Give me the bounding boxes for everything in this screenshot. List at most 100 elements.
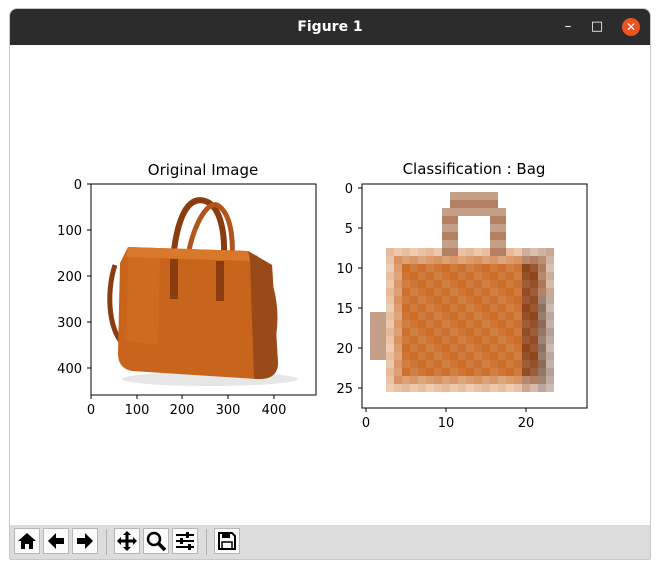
image-pixel	[538, 296, 546, 304]
image-pixel	[386, 304, 394, 312]
image-pixel	[546, 312, 554, 320]
image-pixel	[498, 360, 506, 368]
image-pixel	[546, 288, 554, 296]
image-pixel	[514, 296, 522, 304]
image-pixel	[458, 320, 466, 328]
image-pixel	[442, 248, 450, 256]
image-pixel	[458, 256, 466, 264]
image-pixel	[466, 264, 474, 272]
image-pixel	[514, 368, 522, 376]
image-pixel	[402, 368, 410, 376]
image-pixel	[434, 288, 442, 296]
image-pixel	[466, 336, 474, 344]
back-button[interactable]	[43, 528, 69, 554]
image-pixel	[538, 384, 546, 392]
image-pixel	[394, 344, 402, 352]
image-pixel	[394, 312, 402, 320]
image-pixel	[450, 264, 458, 272]
image-pixel	[522, 288, 530, 296]
image-pixel	[490, 344, 498, 352]
image-pixel	[434, 328, 442, 336]
image-pixel	[498, 336, 506, 344]
image-pixel	[546, 376, 554, 384]
image-pixel	[466, 312, 474, 320]
image-pixel	[498, 320, 506, 328]
image-pixel	[410, 320, 418, 328]
image-pixel	[426, 280, 434, 288]
right-y-tick-label: 10	[336, 262, 353, 277]
image-pixel	[474, 296, 482, 304]
close-icon[interactable]: ✕	[622, 18, 640, 36]
maximize-icon[interactable]: □	[588, 18, 606, 36]
image-pixel	[514, 248, 522, 256]
image-pixel	[538, 288, 546, 296]
image-pixel	[450, 304, 458, 312]
image-pixel	[450, 368, 458, 376]
image-pixel	[490, 328, 498, 336]
configure-subplots-button[interactable]	[172, 528, 198, 554]
image-pixel	[370, 312, 378, 320]
image-pixel	[522, 304, 530, 312]
figure-canvas[interactable]: Original Image 0 100 200 300 400 0 100 2…	[10, 45, 650, 525]
image-pixel	[538, 248, 546, 256]
image-pixel	[466, 344, 474, 352]
image-pixel	[546, 352, 554, 360]
image-pixel	[386, 376, 394, 384]
image-pixel	[546, 328, 554, 336]
image-pixel	[434, 304, 442, 312]
image-pixel	[394, 248, 402, 256]
image-pixel	[410, 352, 418, 360]
zoom-button[interactable]	[143, 528, 169, 554]
image-pixel	[394, 352, 402, 360]
left-x-tick-label: 100	[125, 403, 150, 418]
image-pixel	[386, 256, 394, 264]
image-pixel	[490, 304, 498, 312]
image-pixel	[538, 256, 546, 264]
image-pixel	[538, 304, 546, 312]
image-pixel	[402, 304, 410, 312]
image-pixel	[506, 360, 514, 368]
image-pixel	[482, 320, 490, 328]
image-pixel	[434, 384, 442, 392]
image-pixel	[426, 368, 434, 376]
image-pixel	[426, 304, 434, 312]
image-pixel	[474, 200, 482, 208]
image-pixel	[522, 384, 530, 392]
pan-icon	[117, 531, 137, 551]
image-pixel	[466, 384, 474, 392]
image-pixel	[418, 312, 426, 320]
image-pixel	[410, 272, 418, 280]
image-pixel	[474, 264, 482, 272]
pan-button[interactable]	[114, 528, 140, 554]
image-pixel	[482, 384, 490, 392]
image-pixel	[530, 304, 538, 312]
image-pixel	[410, 296, 418, 304]
forward-button[interactable]	[72, 528, 98, 554]
image-pixel	[418, 384, 426, 392]
image-pixel	[482, 328, 490, 336]
image-pixel	[546, 248, 554, 256]
image-pixel	[506, 312, 514, 320]
image-pixel	[434, 312, 442, 320]
image-pixel	[514, 384, 522, 392]
image-pixel	[482, 368, 490, 376]
home-button[interactable]	[14, 528, 40, 554]
image-pixel	[490, 352, 498, 360]
image-pixel	[482, 304, 490, 312]
image-pixel	[370, 352, 378, 360]
image-pixel	[466, 328, 474, 336]
image-pixel	[490, 200, 498, 208]
image-pixel	[410, 384, 418, 392]
minimize-icon[interactable]: –	[559, 18, 577, 36]
forward-icon	[77, 533, 93, 549]
image-pixel	[482, 288, 490, 296]
image-pixel	[442, 328, 450, 336]
image-pixel	[490, 248, 498, 256]
save-button[interactable]	[214, 528, 240, 554]
image-pixel	[490, 336, 498, 344]
right-y-tick-label: 5	[345, 222, 353, 237]
image-pixel	[466, 304, 474, 312]
image-pixel	[482, 264, 490, 272]
image-pixel	[482, 200, 490, 208]
image-pixel	[474, 384, 482, 392]
